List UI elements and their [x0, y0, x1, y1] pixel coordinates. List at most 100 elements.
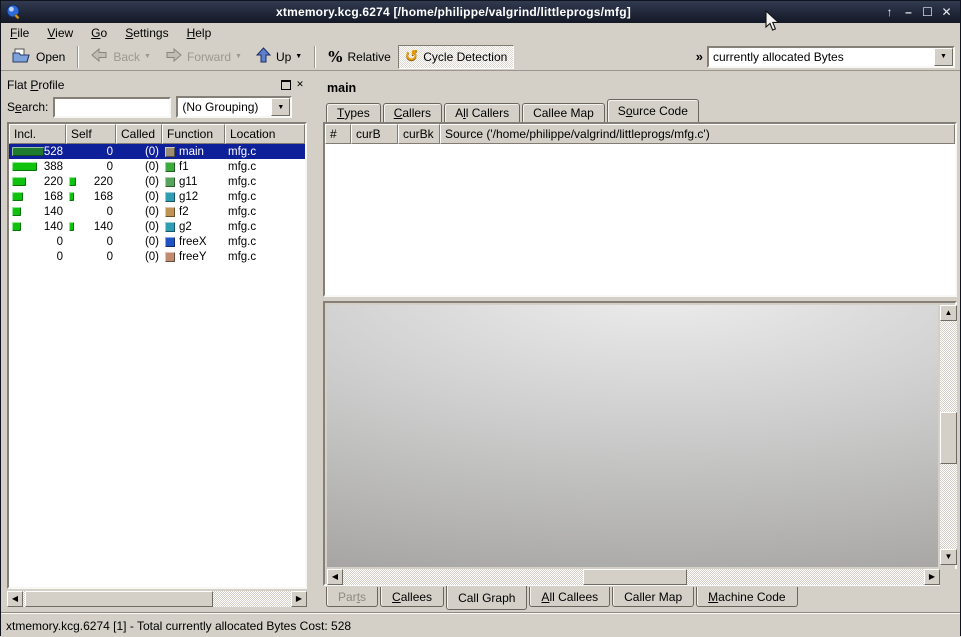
graph-vscrollbar[interactable]: ▲ ▼	[940, 305, 957, 567]
function-name: main	[179, 146, 204, 158]
called-cell: (0)	[116, 251, 162, 263]
function-color-icon	[165, 222, 175, 232]
menu-view[interactable]: View	[38, 24, 82, 42]
source-pane-tabbar: TypesCallersAll CallersCallee MapSource …	[326, 100, 701, 122]
event-type-value: currently allocated Bytes	[709, 50, 934, 64]
tab-types[interactable]: Types	[326, 103, 381, 122]
open-label: Open	[36, 50, 65, 64]
call-graph-canvas[interactable]	[327, 305, 938, 567]
table-row[interactable]: 00(0)freeXmfg.c	[9, 234, 305, 249]
incl-cell: 140	[9, 221, 66, 233]
scroll-right-icon[interactable]: ▶	[291, 591, 307, 607]
scroll-left-icon[interactable]: ◀	[7, 591, 23, 607]
tab-callee-map[interactable]: Callee Map	[522, 103, 605, 122]
close-button[interactable]: ✕	[937, 3, 956, 21]
called-cell: (0)	[116, 236, 162, 248]
incl-cost-bar	[12, 192, 23, 201]
titlebar[interactable]: xtmemory.kcg.6274 [/home/philippe/valgri…	[1, 1, 960, 23]
menu-file[interactable]: File	[1, 24, 38, 42]
source-row[interactable]	[325, 144, 955, 158]
chevron-down-icon[interactable]: ▼	[271, 98, 290, 116]
app-window: { "window": { "title": "xtmemory.kcg.627…	[0, 0, 961, 636]
flat-profile-table: Incl.SelfCalledFunctionLocation 5280(0)m…	[7, 122, 307, 589]
grouping-select[interactable]: (No Grouping) ▼	[176, 96, 292, 118]
up-dropdown-caret[interactable]: ▼	[295, 53, 302, 60]
self-value: 140	[94, 221, 113, 233]
tab-all-callees[interactable]: All Callees	[529, 587, 610, 607]
tab-caller-map[interactable]: Caller Map	[612, 587, 694, 607]
dock-float-button[interactable]	[279, 78, 293, 91]
table-row[interactable]: 220220(0)g11mfg.c	[9, 174, 305, 189]
scroll-up-icon[interactable]: ▲	[940, 305, 957, 321]
table-row[interactable]: 3880(0)f1mfg.c	[9, 159, 305, 174]
source-column-header[interactable]: Source ('/home/philippe/valgrind/littlep…	[440, 124, 955, 144]
location-cell: mfg.c	[225, 146, 305, 158]
menu-help[interactable]: Help	[178, 24, 221, 42]
table-row[interactable]: 5280(0)mainmfg.c	[9, 144, 305, 159]
source-column-header[interactable]: #	[325, 124, 351, 144]
tab-all-callers[interactable]: All Callers	[444, 103, 520, 122]
minimize-button[interactable]: –	[899, 3, 918, 21]
chevron-down-icon[interactable]: ▼	[934, 48, 953, 66]
relative-label: Relative	[347, 50, 390, 64]
scrollbar-corner	[940, 569, 957, 586]
graph-hscrollbar[interactable]: ◀ ▶	[327, 569, 940, 586]
source-column-header[interactable]: curB	[351, 124, 398, 144]
scrollbar-thumb[interactable]	[25, 591, 213, 607]
table-row[interactable]: 00(0)freeYmfg.c	[9, 249, 305, 264]
forward-button[interactable]: Forward ▼	[158, 45, 249, 69]
menu-go[interactable]: Go	[82, 24, 116, 42]
column-header-function[interactable]: Function	[162, 124, 225, 144]
called-cell: (0)	[116, 161, 162, 173]
dock-close-button[interactable]: ✕	[293, 78, 307, 91]
called-cell: (0)	[116, 146, 162, 158]
window-title: xtmemory.kcg.6274 [/home/philippe/valgri…	[27, 5, 880, 19]
maximize-button[interactable]: ☐	[918, 3, 937, 21]
back-arrow-icon	[91, 48, 108, 65]
self-cell: 140	[66, 221, 116, 233]
column-header-location[interactable]: Location	[225, 124, 305, 144]
function-color-icon	[165, 192, 175, 202]
up-button[interactable]: Up ▼	[249, 45, 309, 69]
up-arrow-icon	[256, 47, 271, 66]
tab-callees[interactable]: Callees	[380, 587, 444, 607]
table-row[interactable]: 168168(0)g12mfg.c	[9, 189, 305, 204]
tab-callers[interactable]: Callers	[383, 103, 442, 122]
relative-toggle-button[interactable]: % Relative	[321, 45, 398, 69]
scrollbar-thumb[interactable]	[583, 569, 687, 585]
scrollbar-thumb[interactable]	[940, 412, 957, 464]
location-cell: mfg.c	[225, 206, 305, 218]
shade-button[interactable]: ↑	[880, 3, 899, 21]
search-input[interactable]	[53, 97, 171, 118]
forward-dropdown-caret[interactable]: ▼	[235, 53, 242, 60]
source-column-header[interactable]: curBk	[398, 124, 440, 144]
flat-profile-dock-titlebar[interactable]: Flat Profile ✕	[7, 76, 307, 93]
toolbar: Open Back ▼ Forward ▼ Up ▼ % Relative ↺ …	[1, 43, 960, 71]
flat-profile-hscrollbar[interactable]: ◀ ▶	[7, 591, 307, 608]
flat-profile-header-row: Incl.SelfCalledFunctionLocation	[9, 124, 305, 144]
menu-settings[interactable]: Settings	[116, 24, 177, 42]
self-cell: 0	[66, 146, 116, 158]
column-header-incl[interactable]: Incl.	[9, 124, 66, 144]
column-header-called[interactable]: Called	[116, 124, 162, 144]
tab-source-code[interactable]: Source Code	[607, 99, 699, 122]
column-header-self[interactable]: Self	[66, 124, 116, 144]
cycle-detection-toggle-button[interactable]: ↺ Cycle Detection	[398, 45, 514, 69]
open-button[interactable]: Open	[5, 45, 72, 69]
self-cell: 168	[66, 191, 116, 203]
location-cell: mfg.c	[225, 251, 305, 263]
tab-machine-code[interactable]: Machine Code	[696, 587, 797, 607]
scroll-down-icon[interactable]: ▼	[940, 549, 957, 565]
back-button[interactable]: Back ▼	[84, 45, 158, 69]
scroll-right-icon[interactable]: ▶	[924, 569, 940, 585]
table-row[interactable]: 140140(0)g2mfg.c	[9, 219, 305, 234]
back-dropdown-caret[interactable]: ▼	[144, 53, 151, 60]
table-row[interactable]: 1400(0)f2mfg.c	[9, 204, 305, 219]
scroll-left-icon[interactable]: ◀	[327, 569, 343, 585]
tab-call-graph[interactable]: Call Graph	[446, 586, 527, 610]
function-color-icon	[165, 147, 175, 157]
location-cell: mfg.c	[225, 221, 305, 233]
called-cell: (0)	[116, 221, 162, 233]
event-type-select[interactable]: currently allocated Bytes ▼	[707, 46, 955, 68]
toolbar-overflow-button[interactable]: »	[692, 49, 707, 64]
